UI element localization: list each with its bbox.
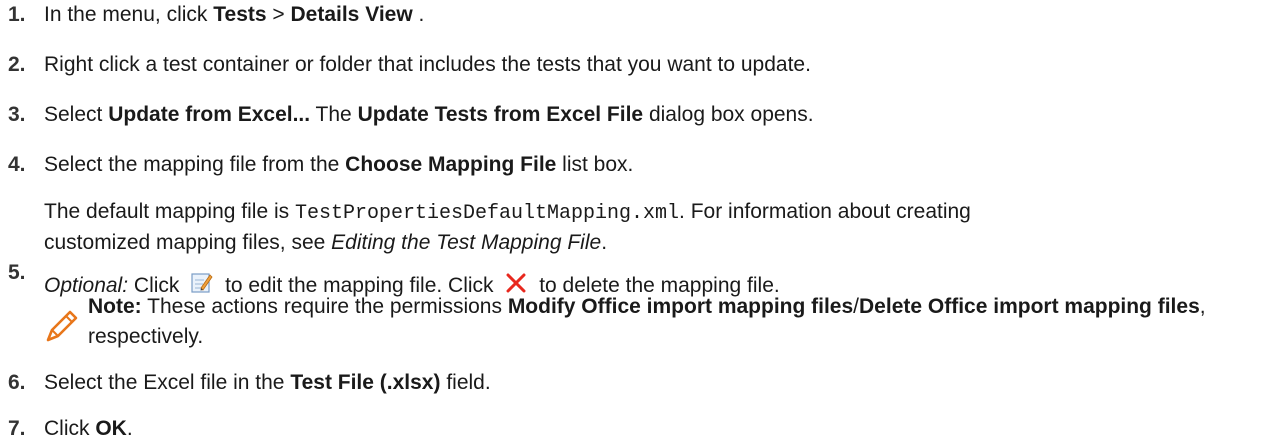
- step-4-detail-line-1: The default mapping file is TestProperti…: [44, 200, 971, 225]
- step-text: Right click a test container or folder t…: [44, 53, 811, 76]
- choose-mapping-file-label: Choose Mapping File: [345, 153, 557, 176]
- mapping-filename: TestPropertiesDefaultMapping.xml: [294, 202, 680, 225]
- menu-tests: Tests: [213, 3, 267, 26]
- test-file-field-label: Test File (.xlsx): [290, 371, 441, 394]
- note-label: Note:: [88, 295, 142, 318]
- step-number: 2.: [8, 53, 26, 76]
- dialog-name: Update Tests from Excel File: [357, 103, 644, 126]
- note-block: Note: These actions require the permissi…: [88, 295, 1206, 348]
- step-number: 1.: [8, 3, 26, 26]
- step-text: In the menu, click Tests > Details View …: [44, 3, 425, 26]
- step-text: Select the mapping file from the Choose …: [44, 153, 634, 176]
- step-number: 4.: [8, 153, 26, 176]
- step-number: 3.: [8, 103, 26, 126]
- procedure-steps: 1. In the menu, click Tests > Details Vi…: [0, 0, 1264, 447]
- step-4-detail-line-2: customized mapping files, see Editing th…: [44, 231, 608, 254]
- step-number: 6.: [8, 371, 26, 394]
- step-text: Select the Excel file in the Test File (…: [44, 371, 491, 394]
- menu-details-view: Details View: [290, 3, 413, 26]
- step-number: 5.: [8, 261, 26, 284]
- ok-label: OK: [95, 417, 127, 440]
- link-editing-test-mapping-file[interactable]: Editing the Test Mapping File: [331, 231, 601, 254]
- pencil-icon: [44, 310, 78, 350]
- step-text: Click OK.: [44, 417, 133, 440]
- menu-update-from-excel: Update from Excel...: [108, 103, 311, 126]
- step-number: 7.: [8, 417, 26, 440]
- step-text: Select Update from Excel... The Update T…: [44, 103, 814, 126]
